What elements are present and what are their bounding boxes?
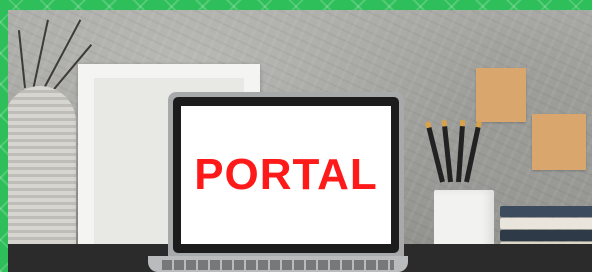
- book: [500, 230, 592, 241]
- desk-photo: PORTAL: [8, 10, 592, 272]
- book: [500, 206, 592, 217]
- sticky-note-icon: [476, 68, 526, 122]
- portal-title: PORTAL: [194, 150, 378, 199]
- sticky-note-icon: [532, 114, 586, 170]
- vase-icon: [8, 86, 76, 258]
- book: [500, 218, 592, 229]
- laptop-bezel: PORTAL: [173, 97, 399, 253]
- laptop-keyboard: [162, 260, 394, 270]
- laptop-screen: PORTAL: [181, 106, 391, 244]
- banner-image: PORTAL: [0, 0, 592, 272]
- laptop-icon: PORTAL: [168, 92, 404, 258]
